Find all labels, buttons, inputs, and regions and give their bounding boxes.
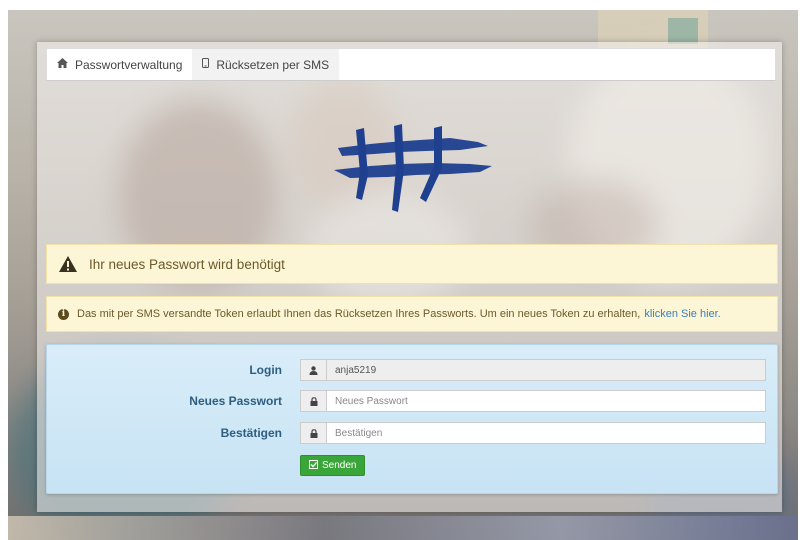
background-shelf: [668, 18, 698, 44]
login-field[interactable]: [326, 359, 766, 381]
confirm-label: Bestätigen: [220, 426, 282, 440]
logo: [334, 124, 492, 212]
new-password-row: Neues Passwort: [47, 390, 777, 414]
confirm-row: Bestätigen: [47, 422, 777, 446]
login-label: Login: [249, 363, 282, 377]
user-icon: [300, 359, 326, 381]
info-icon: i: [58, 308, 69, 320]
send-button[interactable]: Senden: [300, 455, 366, 476]
info-alert: i Das mit per SMS versandte Token erlaub…: [46, 296, 778, 332]
check-square-icon: [309, 460, 318, 471]
new-token-link[interactable]: klicken Sie hier.: [644, 308, 720, 320]
warning-icon: [59, 256, 77, 272]
reset-form: Login Neues Passwort Bestätigen Senden: [46, 344, 778, 494]
new-password-input[interactable]: [326, 390, 766, 412]
background-photo-bottom: [8, 516, 798, 540]
lock-icon: [300, 390, 326, 412]
phone-icon: [202, 58, 210, 71]
tab-password-management[interactable]: Passwortverwaltung: [47, 49, 192, 80]
tab-bar: Passwortverwaltung Rücksetzen per SMS: [46, 48, 776, 81]
home-icon: [57, 58, 68, 71]
warning-text: Ihr neues Passwort wird benötigt: [89, 256, 285, 272]
new-password-label: Neues Passwort: [189, 394, 282, 408]
send-button-label: Senden: [322, 460, 357, 471]
info-text: Das mit per SMS versandte Token erlaubt …: [77, 308, 641, 320]
tab-label: Passwortverwaltung: [75, 57, 183, 72]
tab-label: Rücksetzen per SMS: [216, 57, 330, 72]
tab-sms-reset[interactable]: Rücksetzen per SMS: [192, 49, 340, 80]
lock-icon: [300, 422, 326, 444]
login-row: Login: [47, 359, 777, 383]
confirm-password-input[interactable]: [326, 422, 766, 444]
warning-alert: Ihr neues Passwort wird benötigt: [46, 244, 778, 284]
